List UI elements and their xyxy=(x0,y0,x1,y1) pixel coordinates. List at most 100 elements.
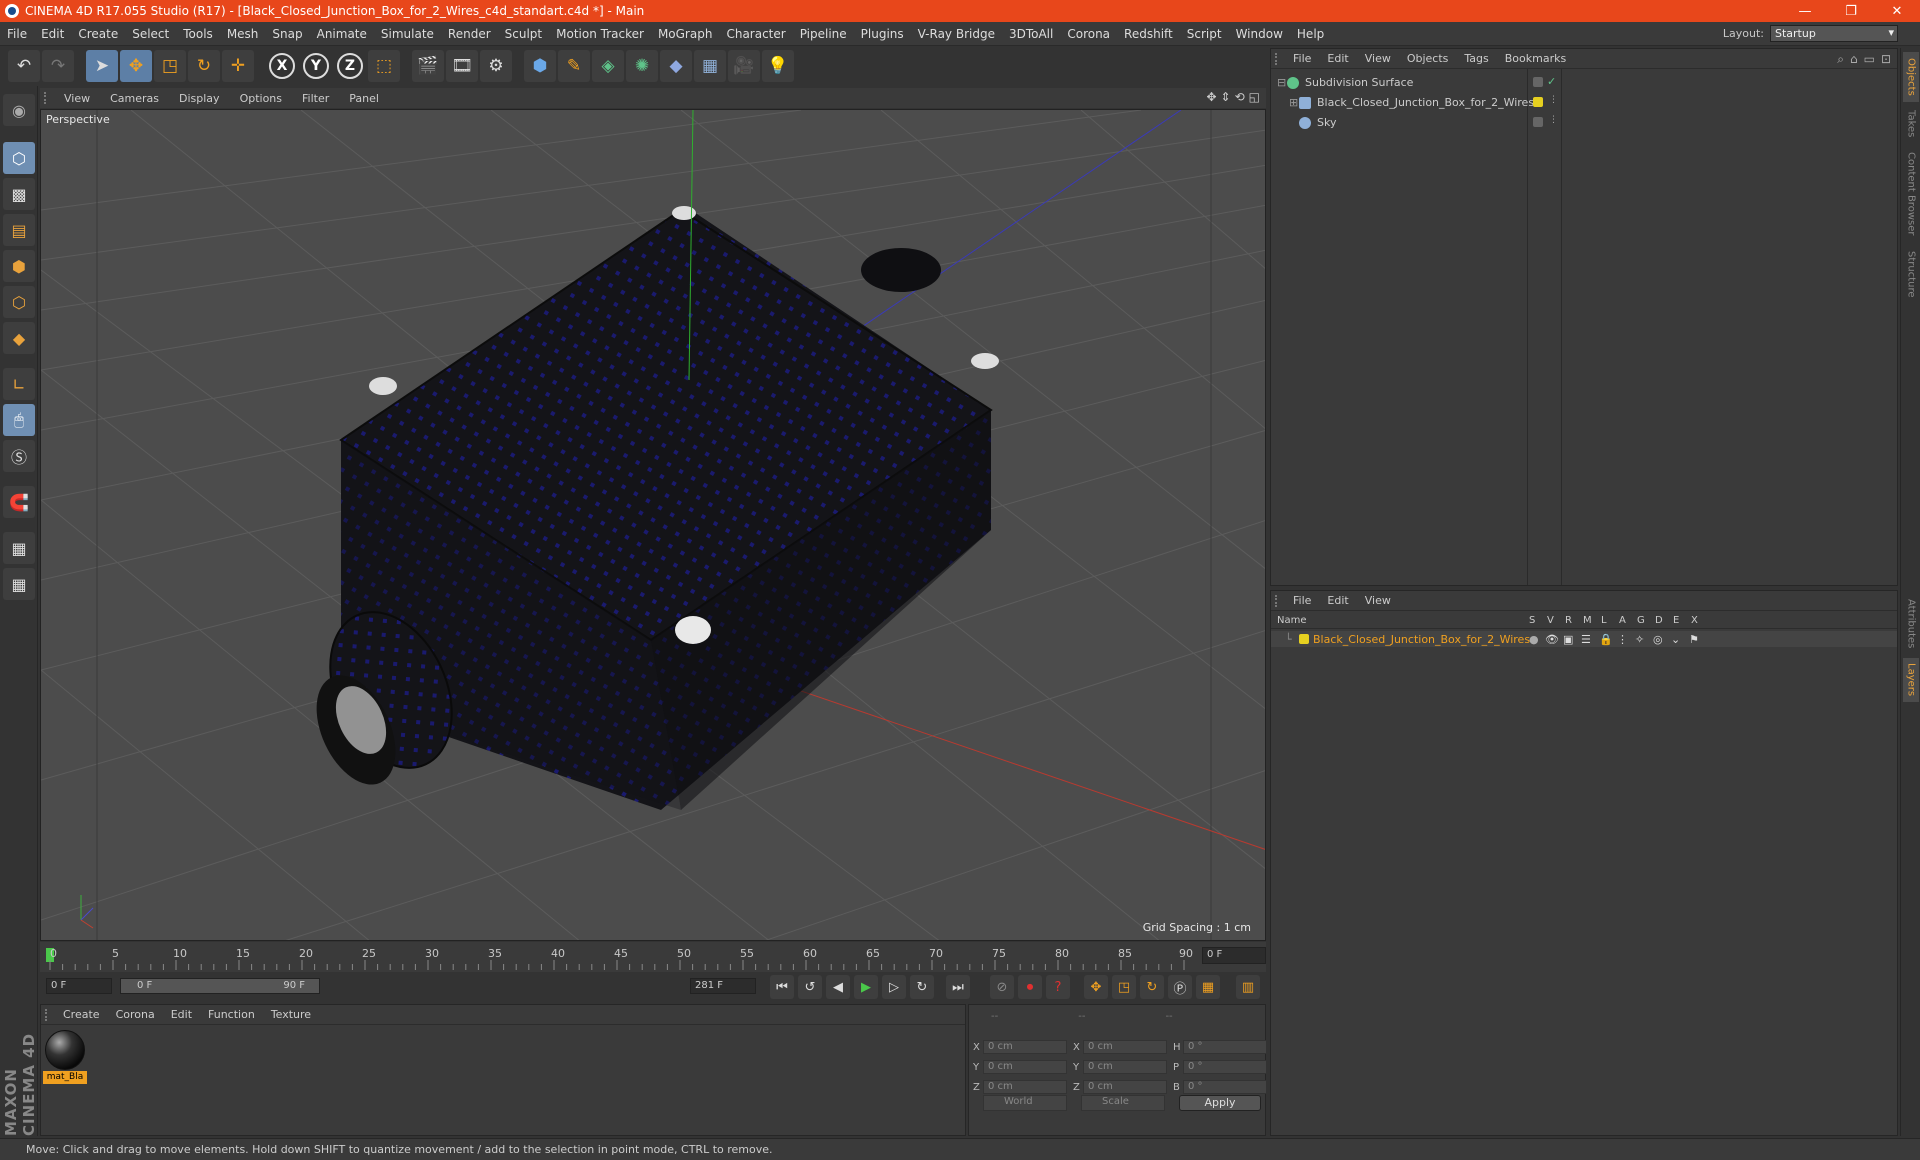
mograph-cloner-icon[interactable]: ✺ xyxy=(626,50,658,82)
layer-row[interactable]: └ Black_Closed_Junction_Box_for_2_Wires … xyxy=(1271,631,1897,647)
previous-frame-icon[interactable]: ◀ xyxy=(826,975,850,999)
menu-sculpt[interactable]: Sculpt xyxy=(498,27,549,41)
layer-render-icon[interactable]: ▣ xyxy=(1563,633,1573,646)
visibility-dots-icon[interactable]: ⋮ xyxy=(1549,95,1558,105)
menu-mograph[interactable]: MoGraph xyxy=(651,27,720,41)
rotation-p-field[interactable]: 0 ° xyxy=(1183,1060,1267,1074)
menu-vray-bridge[interactable]: V-Ray Bridge xyxy=(911,27,1002,41)
expand-toggle-icon[interactable]: ⊞ xyxy=(1289,96,1299,109)
object-row-sky[interactable]: Sky ⋮ xyxy=(1271,113,1897,132)
menu-tools[interactable]: Tools xyxy=(176,27,220,41)
selection-arrow-icon[interactable]: ➤ xyxy=(86,50,118,82)
camera-icon[interactable]: 🎥 xyxy=(728,50,760,82)
current-frame-field[interactable]: 0 F xyxy=(1202,947,1266,964)
menu-render[interactable]: Render xyxy=(441,27,498,41)
undo-icon[interactable]: ↶ xyxy=(8,50,40,82)
search-icon[interactable]: ⌕ xyxy=(1837,52,1844,67)
model-mode-icon[interactable]: ⬡ xyxy=(3,142,35,174)
timeline-window-icon[interactable]: ▥ xyxy=(1236,975,1260,999)
menu-edit[interactable]: Edit xyxy=(34,27,71,41)
layers-menu-file[interactable]: File xyxy=(1285,594,1319,607)
menu-create[interactable]: Create xyxy=(71,27,125,41)
material-swatch[interactable]: mat_Bla xyxy=(43,1029,87,1085)
viewport-maximize-icon[interactable]: ◱ xyxy=(1249,90,1260,104)
layer-color-tag[interactable] xyxy=(1533,97,1543,107)
panel-grip-icon[interactable] xyxy=(44,92,54,104)
display-visibility-icon[interactable] xyxy=(1533,117,1543,127)
position-z-field[interactable]: 0 cm xyxy=(983,1080,1067,1094)
position-y-field[interactable]: 0 cm xyxy=(983,1060,1067,1074)
tab-attributes[interactable]: Attributes xyxy=(1903,594,1919,654)
timeline-ruler[interactable]: 0 5 10 15 20 25 30 35 40 45 50 55 60 65 … xyxy=(40,942,1266,972)
enabled-check-icon[interactable]: ✓ xyxy=(1547,75,1556,88)
deformer-icon[interactable]: ◆ xyxy=(660,50,692,82)
viewport-menu-cameras[interactable]: Cameras xyxy=(100,92,169,105)
key-pla-icon[interactable]: ▦ xyxy=(1196,975,1220,999)
viewport-menu-view[interactable]: View xyxy=(54,92,100,105)
menu-pipeline[interactable]: Pipeline xyxy=(793,27,854,41)
key-rotation-icon[interactable]: ↻ xyxy=(1140,975,1164,999)
object-row-junction-box[interactable]: ⊞ Black_Closed_Junction_Box_for_2_Wires … xyxy=(1271,93,1897,112)
viewport-zoom-icon[interactable]: ⇕ xyxy=(1221,90,1231,104)
objects-menu-objects[interactable]: Objects xyxy=(1399,52,1457,65)
y-axis-lock-icon[interactable]: Y xyxy=(300,50,332,82)
key-parameter-icon[interactable]: Ⓟ xyxy=(1168,975,1192,999)
next-frame-icon[interactable]: ▷ xyxy=(882,975,906,999)
render-settings-icon[interactable]: ⚙ xyxy=(480,50,512,82)
workplane-mode-icon[interactable]: ▤ xyxy=(3,214,35,246)
coordinate-system-icon[interactable]: ⬚ xyxy=(368,50,400,82)
layer-expressions-icon[interactable]: ⌄ xyxy=(1671,633,1680,646)
tab-content-browser[interactable]: Content Browser xyxy=(1903,146,1919,242)
menu-corona[interactable]: Corona xyxy=(1060,27,1117,41)
menu-simulate[interactable]: Simulate xyxy=(374,27,441,41)
layer-generators-icon[interactable]: ✧ xyxy=(1635,633,1644,646)
layer-deformers-icon[interactable]: ◎ xyxy=(1653,633,1663,646)
objects-menu-file[interactable]: File xyxy=(1285,52,1319,65)
objects-menu-bookmarks[interactable]: Bookmarks xyxy=(1497,52,1574,65)
objects-menu-edit[interactable]: Edit xyxy=(1319,52,1356,65)
layer-color-swatch[interactable] xyxy=(1299,634,1309,644)
new-view-icon[interactable]: ▭ xyxy=(1864,52,1875,67)
menu-3dtoall[interactable]: 3DToAll xyxy=(1002,27,1060,41)
layer-name[interactable]: Black_Closed_Junction_Box_for_2_Wires xyxy=(1313,633,1530,646)
rotation-h-field[interactable]: 0 ° xyxy=(1183,1040,1267,1054)
menu-motion-tracker[interactable]: Motion Tracker xyxy=(549,27,651,41)
floor-scene-icon[interactable]: ▦ xyxy=(694,50,726,82)
panel-grip-icon[interactable] xyxy=(45,1008,55,1021)
layer-manager-icon[interactable]: ☰ xyxy=(1581,633,1591,646)
subdivision-generator-icon[interactable]: ◈ xyxy=(592,50,624,82)
pen-spline-icon[interactable]: ✎ xyxy=(558,50,590,82)
light-icon[interactable]: 💡 xyxy=(762,50,794,82)
close-button[interactable]: ✕ xyxy=(1874,0,1920,22)
minimize-button[interactable]: — xyxy=(1782,0,1828,22)
visibility-dots-icon[interactable]: ⋮ xyxy=(1549,115,1558,125)
cube-primitive-icon[interactable]: ⬢ xyxy=(524,50,556,82)
object-row-subdivision-surface[interactable]: ⊟ Subdivision Surface ✓ xyxy=(1271,73,1897,92)
layer-lock-icon[interactable]: 🔒 xyxy=(1599,633,1613,646)
home-icon[interactable]: ⌂ xyxy=(1850,52,1858,67)
menu-mesh[interactable]: Mesh xyxy=(220,27,266,41)
tweak-mode-icon[interactable]: 🖱 xyxy=(3,404,35,436)
rotation-b-field[interactable]: 0 ° xyxy=(1183,1080,1267,1094)
tab-structure[interactable]: Structure xyxy=(1903,246,1919,302)
collapse-toggle-icon[interactable]: ⊟ xyxy=(1277,76,1287,89)
size-z-field[interactable]: 0 cm xyxy=(1083,1080,1167,1094)
menu-select[interactable]: Select xyxy=(125,27,176,41)
menu-help[interactable]: Help xyxy=(1290,27,1331,41)
size-x-field[interactable]: 0 cm xyxy=(1083,1040,1167,1054)
transform-tool-icon[interactable]: ✛ xyxy=(222,50,254,82)
goto-previous-key-icon[interactable]: ↺ xyxy=(798,975,822,999)
expand-panel-icon[interactable]: ⊡ xyxy=(1881,52,1891,67)
viewport-menu-filter[interactable]: Filter xyxy=(292,92,339,105)
viewport-rotate-icon[interactable]: ⟲ xyxy=(1235,90,1245,104)
apply-button[interactable]: Apply xyxy=(1179,1095,1261,1111)
menu-window[interactable]: Window xyxy=(1229,27,1290,41)
layer-xref-icon[interactable]: ⚑ xyxy=(1689,633,1699,646)
menu-plugins[interactable]: Plugins xyxy=(854,27,911,41)
display-visibility-icon[interactable] xyxy=(1533,77,1543,87)
menu-animate[interactable]: Animate xyxy=(310,27,374,41)
tab-layers[interactable]: Layers xyxy=(1903,658,1919,702)
render-view-icon[interactable]: 🎬 xyxy=(412,50,444,82)
viewport-menu-panel[interactable]: Panel xyxy=(339,92,389,105)
scale-tool-icon[interactable]: ◳ xyxy=(154,50,186,82)
